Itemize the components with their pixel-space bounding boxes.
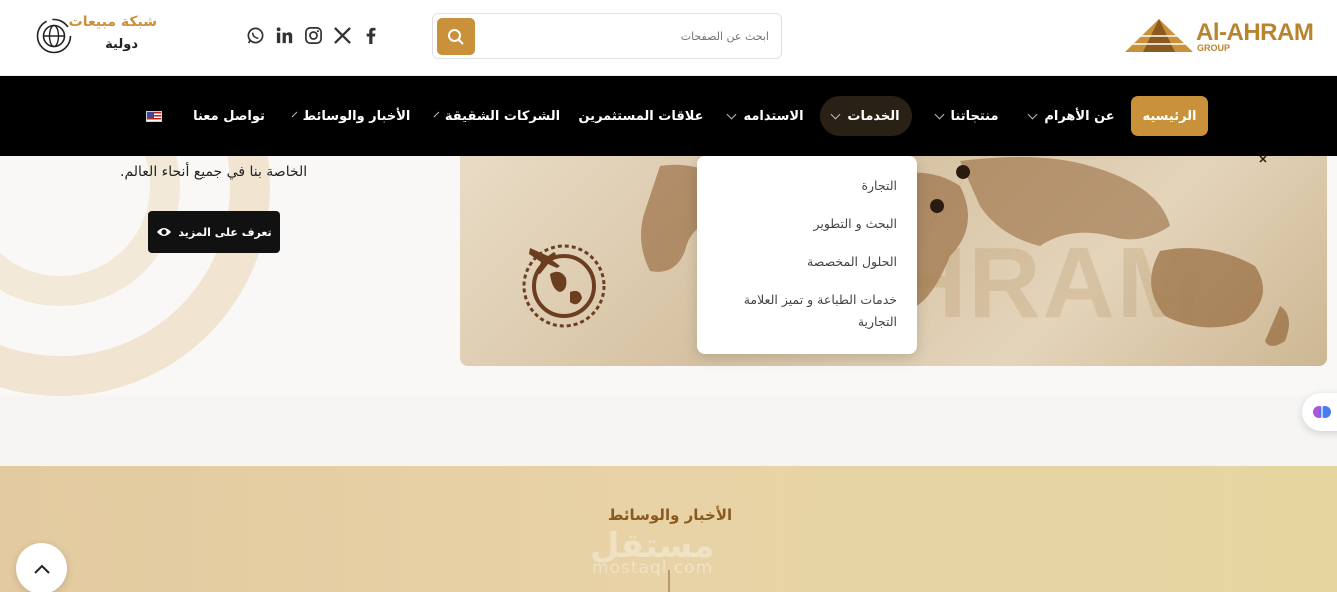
- brain-icon: [1313, 406, 1331, 418]
- sales-network-line2: دولية: [105, 37, 138, 52]
- services-menu-item[interactable]: خدمات الطباعة و تميز العلامة التجارية: [727, 289, 897, 333]
- search-input[interactable]: [489, 24, 769, 48]
- travel-globe-icon: [522, 244, 606, 328]
- logo-group: GROUP: [1197, 43, 1231, 53]
- linkedin-icon[interactable]: [275, 26, 294, 45]
- nav-item-label: عن الأهرام: [1044, 108, 1115, 124]
- globe-icon: [36, 18, 72, 54]
- chevron-down-icon: [934, 109, 944, 119]
- chevron-up-icon: [33, 564, 50, 574]
- sales-network[interactable]: شبكة مبيعات دولية: [36, 14, 161, 58]
- services-menu-item[interactable]: البحث و التطوير: [813, 213, 897, 235]
- services-menu-item[interactable]: الحلول المخصصة: [807, 251, 897, 273]
- nav-item-products[interactable]: منتجاتنا: [932, 96, 1002, 136]
- nav-item-label: تواصل معنا: [193, 108, 265, 124]
- learn-more-button[interactable]: تعرف على المزيد: [148, 211, 280, 253]
- nav-item-label: منتجاتنا: [950, 108, 999, 124]
- social-links: [246, 26, 381, 46]
- chevron-down-icon: [726, 109, 737, 119]
- nav-item-label: الأخبار والوسائط: [302, 108, 411, 124]
- facebook-icon[interactable]: [362, 26, 381, 45]
- search-button[interactable]: [437, 18, 475, 55]
- nav-item-home[interactable]: الرئيسيه: [1131, 96, 1208, 136]
- chevron-down-icon: [291, 111, 297, 117]
- x-icon[interactable]: [333, 26, 352, 45]
- services-dropdown: التجارة البحث و التطوير الحلول المخصصة خ…: [697, 156, 917, 354]
- logo[interactable]: Al-AHRAM GROUP: [1123, 18, 1328, 56]
- language-flag-icon[interactable]: [146, 111, 162, 122]
- nav-item-investors[interactable]: علاقات المستثمرين: [578, 96, 703, 136]
- nav-item-label: الرئيسيه: [1142, 108, 1197, 124]
- ai-assistant-button[interactable]: [1302, 393, 1337, 431]
- nav-item-sustainability[interactable]: الاستدامه: [726, 96, 804, 136]
- scroll-to-top-button[interactable]: [16, 543, 67, 592]
- nav-item-label: الشركات الشقيقة: [444, 108, 561, 124]
- section-spacer: [0, 396, 1337, 466]
- divider: [668, 570, 670, 592]
- main-nav: الرئيسيه عن الأهرام منتجاتنا الخدمات الا…: [0, 76, 1337, 156]
- nav-item-news-media[interactable]: الأخبار والوسائط: [291, 96, 411, 136]
- search-icon: [448, 28, 464, 45]
- top-header: Al-AHRAM GROUP ابحث عن الصفحات شبكة مبيع…: [0, 0, 1337, 76]
- instagram-icon[interactable]: [304, 26, 323, 45]
- learn-more-label: تعرف على المزيد: [178, 225, 272, 239]
- nav-item-label: علاقات المستثمرين: [578, 108, 704, 124]
- nav-item-about[interactable]: عن الأهرام: [1027, 96, 1116, 136]
- nav-item-services[interactable]: الخدمات: [820, 96, 912, 136]
- news-media-band: الأخبار والوسائط مستقل mostaql.com: [0, 466, 1337, 592]
- pyramid-logo-icon: [1125, 19, 1193, 52]
- chevron-down-icon: [830, 109, 841, 119]
- watermark-url: mostaql.com: [592, 558, 714, 578]
- nav-item-label: الاستدامه: [743, 108, 804, 124]
- hero-section: الخاصة بنا في جميع أنحاء العالم. تعرف عل…: [0, 156, 1337, 396]
- services-menu-item[interactable]: التجارة: [861, 175, 897, 197]
- whatsapp-icon[interactable]: [246, 26, 265, 45]
- section-title: الأخبار والوسائط: [607, 506, 733, 524]
- nav-item-label: الخدمات: [847, 108, 900, 124]
- nav-item-contact[interactable]: تواصل معنا: [193, 96, 265, 136]
- hero-text: الخاصة بنا في جميع أنحاء العالم.: [120, 164, 308, 180]
- chevron-down-icon: [1027, 109, 1038, 119]
- nav-item-sister-companies[interactable]: الشركات الشقيقة: [433, 96, 560, 136]
- search-box: [432, 13, 782, 59]
- chevron-down-icon: [433, 111, 440, 117]
- sales-network-line1: شبكة مبيعات: [68, 14, 157, 30]
- eye-icon: [157, 228, 172, 236]
